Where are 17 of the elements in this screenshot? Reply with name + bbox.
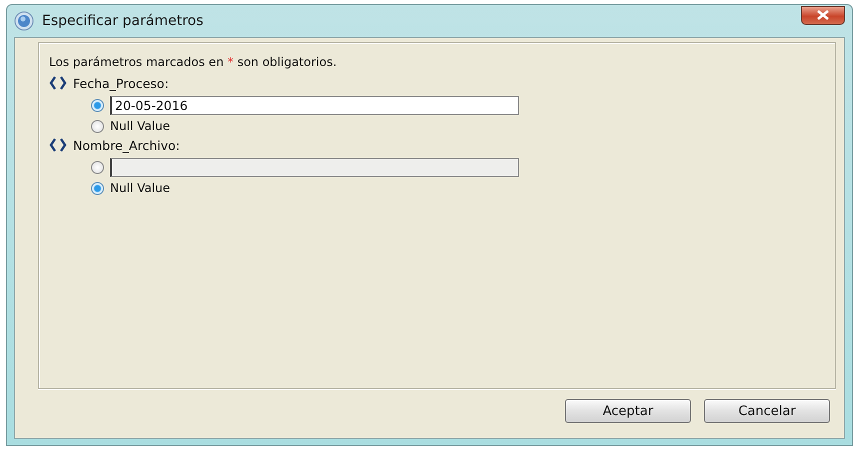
radio-label[interactable]: Null Value bbox=[110, 119, 170, 133]
radio-button[interactable] bbox=[91, 98, 104, 112]
app-icon bbox=[14, 11, 34, 31]
close-icon bbox=[816, 10, 830, 20]
window-title: Especificar parámetros bbox=[42, 13, 204, 29]
radio-label[interactable]: Null Value bbox=[110, 181, 170, 195]
radio-button[interactable] bbox=[91, 182, 104, 194]
braces-icon bbox=[49, 138, 67, 152]
close-button[interactable] bbox=[801, 6, 845, 24]
parameter-label: Fecha_Proceso: bbox=[73, 76, 169, 90]
parameter-label: Nombre_Archivo: bbox=[73, 138, 180, 152]
braces-icon bbox=[49, 76, 67, 90]
required-note: Los parámetros marcados en * son obligatorios. bbox=[49, 55, 338, 69]
accept-button[interactable]: Aceptar bbox=[565, 399, 691, 423]
radio-button[interactable] bbox=[91, 120, 104, 132]
input-field[interactable]: 20-05-2016 bbox=[110, 96, 519, 114]
cancel-button[interactable]: Cancelar bbox=[704, 399, 830, 423]
